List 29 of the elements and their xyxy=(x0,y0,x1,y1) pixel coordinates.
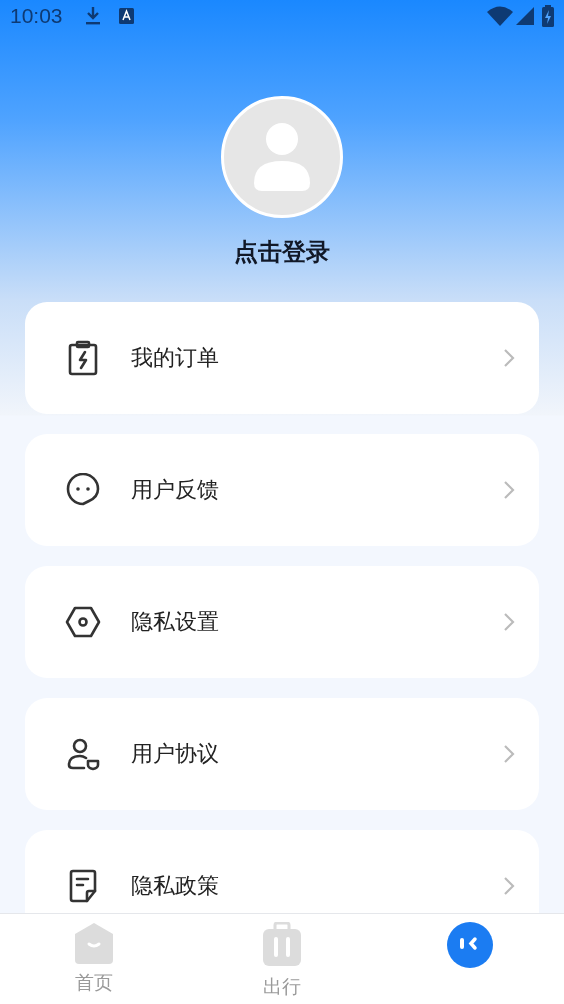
chevron-icon xyxy=(503,479,515,500)
download-icon xyxy=(84,5,101,26)
chevron-icon xyxy=(503,611,515,632)
menu-label: 隐私设置 xyxy=(131,608,220,636)
hexagon-icon xyxy=(65,605,101,638)
battery-icon xyxy=(542,4,554,27)
login-prompt[interactable]: 点击登录 xyxy=(234,233,330,270)
menu-label: 用户协议 xyxy=(131,740,220,768)
menu-item[interactable]: 我的订单 xyxy=(25,301,539,414)
signal-icon xyxy=(516,6,534,25)
menu-item[interactable]: 隐私政策 xyxy=(25,829,539,913)
status-time: 10:03 xyxy=(10,3,63,29)
chevron-icon xyxy=(503,347,515,368)
menu-label: 用户反馈 xyxy=(131,476,220,504)
menu-item[interactable]: 隐私设置 xyxy=(25,565,539,678)
wifi-icon xyxy=(487,5,513,26)
chevron-icon xyxy=(503,875,515,896)
menu-label: 隐私政策 xyxy=(131,872,220,900)
menu-item[interactable]: 用户协议 xyxy=(25,697,539,810)
chat-icon xyxy=(66,472,100,507)
menu-item[interactable]: 用户反馈 xyxy=(25,433,539,546)
face-icon[interactable] xyxy=(447,922,493,968)
user-icon xyxy=(254,122,310,191)
menu-label: 我的订单 xyxy=(131,344,220,372)
user-shield-icon xyxy=(66,736,100,771)
clipboard-icon xyxy=(68,339,98,376)
document-icon xyxy=(69,868,97,903)
chevron-icon xyxy=(503,743,515,764)
keyboard-app-icon xyxy=(118,7,134,24)
